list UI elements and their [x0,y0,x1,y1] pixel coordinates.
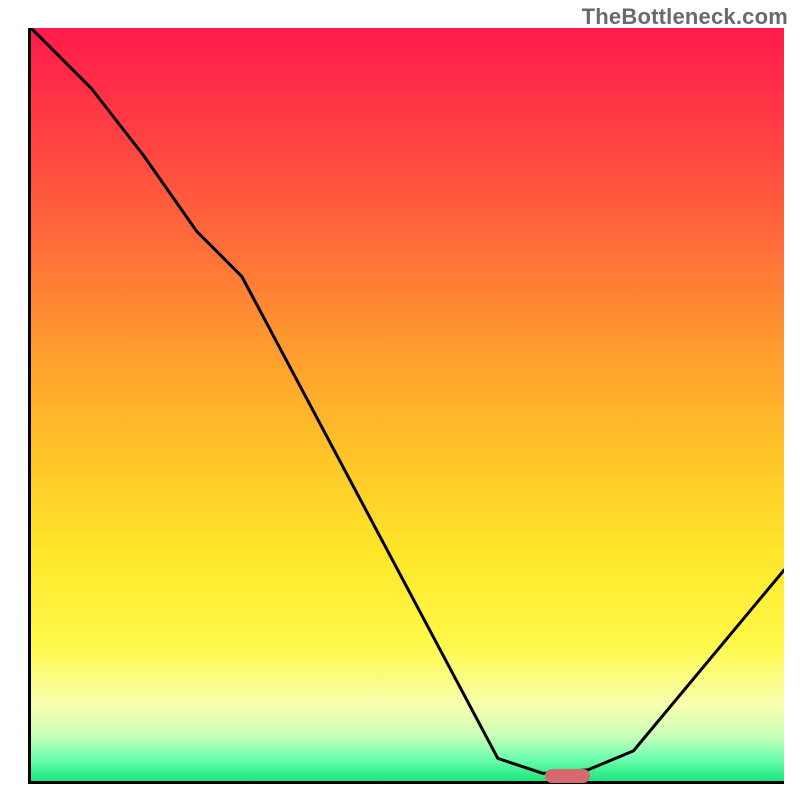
chart-frame: TheBottleneck.com [0,0,800,800]
curve-path [31,28,784,773]
optimal-marker [545,769,590,783]
watermark-text: TheBottleneck.com [582,4,788,30]
plot-area [28,28,784,784]
bottleneck-curve [31,28,784,781]
